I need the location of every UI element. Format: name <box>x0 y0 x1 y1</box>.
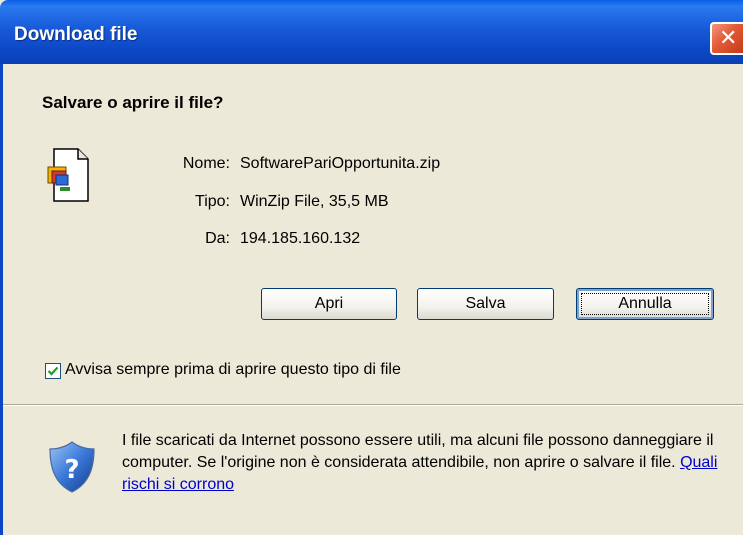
shield-icon: ? <box>49 441 95 493</box>
window-title: Download file <box>14 24 138 45</box>
cancel-button-label: Annulla <box>618 295 672 312</box>
always-ask-checkbox[interactable] <box>45 363 61 379</box>
warning-text: I file scaricati da Internet possono ess… <box>122 432 714 471</box>
file-name-label: Nome: <box>182 155 230 172</box>
file-source-label: Da: <box>205 230 230 247</box>
file-type-label: Tipo: <box>195 193 230 210</box>
zip-file-icon <box>47 148 89 202</box>
file-name-value: SoftwarePariOpportunita.zip <box>240 155 441 172</box>
file-type-value: WinZip File, 35,5 MB <box>240 193 389 210</box>
file-source-value: 194.185.160.132 <box>240 230 361 247</box>
always-ask-label[interactable]: Avvisa sempre prima di aprire questo tip… <box>65 361 401 379</box>
open-button[interactable]: Apri <box>261 288 397 320</box>
separator <box>3 404 743 406</box>
svg-text:?: ? <box>64 455 79 485</box>
cancel-button[interactable]: Annulla <box>576 288 714 320</box>
title-bar[interactable]: Download file ✕ <box>0 0 743 64</box>
security-warning: I file scaricati da Internet possono ess… <box>122 430 737 496</box>
dialog-heading: Salvare o aprire il file? <box>42 93 224 112</box>
close-icon: ✕ <box>719 26 738 51</box>
checkmark-icon <box>47 366 59 376</box>
close-button[interactable]: ✕ <box>710 22 743 55</box>
save-button[interactable]: Salva <box>417 288 554 320</box>
